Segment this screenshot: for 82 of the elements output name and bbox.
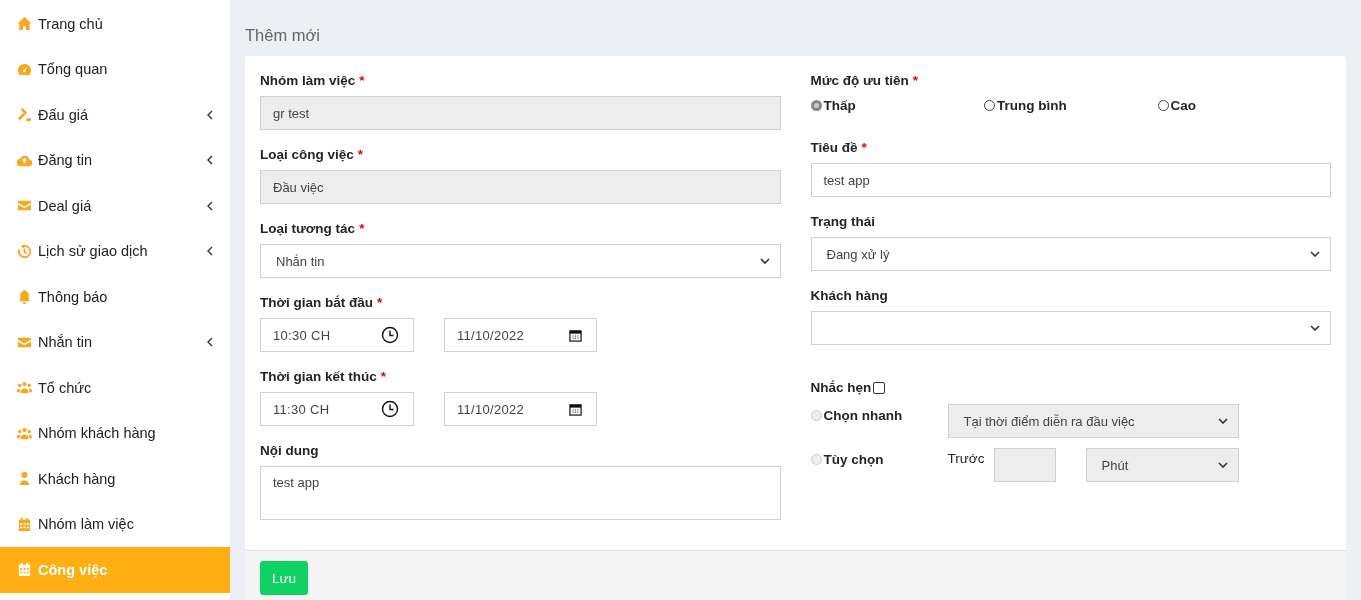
reminder-label: Nhắc hẹn [810, 379, 872, 397]
sidebar-item[interactable]: Tổ chức [0, 365, 230, 411]
chevron-left-icon [206, 200, 214, 211]
clock-icon [381, 400, 399, 418]
required-mark: * [359, 72, 365, 90]
content-textarea[interactable]: test app [260, 466, 781, 520]
sidebar-item[interactable]: Khách hàng [0, 456, 230, 502]
sidebar-item[interactable]: Thông báo [0, 274, 230, 320]
sidebar-item[interactable]: Deal giá [0, 183, 230, 229]
gauge-icon [17, 61, 32, 77]
sidebar-item-label: Lịch sử giao dịch [38, 243, 149, 260]
calendar-icon [17, 562, 32, 578]
required-mark: * [861, 139, 867, 157]
sidebar-item-label: Khách hàng [38, 470, 117, 487]
sidebar-item-label: Đấu giá [38, 106, 89, 123]
priority-radio[interactable]: Cao [1157, 98, 1331, 113]
home-icon [17, 16, 32, 32]
sidebar-item-label: Đăng tin [38, 152, 93, 169]
field-label: Loại công việc [260, 146, 354, 164]
calendar-icon [17, 516, 32, 532]
field-label: Khách hàng [810, 287, 888, 305]
required-mark: * [357, 146, 364, 164]
date-field[interactable]: 11/10/2022 [444, 392, 597, 426]
clock-icon [381, 326, 399, 344]
sidebar-item[interactable]: Đấu giá [0, 92, 230, 138]
sidebar-item[interactable]: Nhóm làm việc [0, 501, 230, 547]
field-label: Thời gian kết thúc [260, 368, 377, 386]
sidebar-item[interactable]: Trang chủ [0, 1, 230, 47]
chevron-left-icon [206, 155, 214, 166]
reminder-checkbox[interactable] [873, 382, 886, 394]
field-label: Nội dung [260, 442, 319, 460]
chevron-left-icon [206, 246, 214, 257]
sidebar-item[interactable]: Nhắn tin [0, 319, 230, 365]
sidebar-item-label: Trang chủ [38, 15, 104, 32]
field-label: Nhóm làm việc [260, 72, 356, 90]
sidebar-item-label: Nhắn tin [38, 334, 93, 351]
calendar-icon [569, 328, 582, 342]
field-label: Mức độ ưu tiên [810, 72, 909, 90]
before-label: Trước [947, 450, 986, 466]
select-field[interactable] [810, 311, 1331, 345]
field-label: Tiêu đề [810, 139, 858, 157]
sidebar-item[interactable]: Đăng tin [0, 137, 230, 183]
field-label: Loại tương tác [260, 220, 356, 238]
required-mark: * [380, 368, 387, 386]
sidebar-item-label: Công việc [38, 561, 109, 578]
chevron-down-icon [759, 258, 770, 264]
chevron-left-icon [206, 109, 214, 120]
sidebar-item-label: Thông báo [38, 288, 109, 305]
sidebar-item-label: Nhóm khách hàng [38, 425, 157, 442]
chevron-down-icon [1217, 462, 1228, 468]
chevron-left-icon [206, 337, 214, 348]
user-icon [17, 471, 32, 487]
sidebar-item-label: Deal giá [38, 197, 93, 214]
time-field[interactable]: 11:30 CH [260, 392, 414, 426]
sidebar-item[interactable]: Tổng quan [0, 46, 230, 92]
page-title: Thêm mới [245, 25, 321, 46]
sidebar-item-label: Tổng quan [38, 61, 109, 78]
bell-icon [17, 289, 32, 305]
chevron-down-icon [1217, 418, 1228, 424]
time-field[interactable]: 10:30 CH [260, 318, 414, 352]
history-icon [17, 243, 32, 259]
sidebar-item[interactable]: Lịch sử giao dịch [0, 228, 230, 274]
select-field[interactable]: Đang xử lý [810, 237, 1331, 271]
amount-field[interactable] [993, 448, 1056, 482]
required-mark: * [359, 220, 365, 238]
text-field[interactable]: test app [810, 163, 1331, 197]
field-label: Thời gian bắt đầu [260, 294, 374, 312]
required-mark: * [377, 294, 383, 312]
chevron-down-icon [1310, 325, 1320, 331]
priority-radio[interactable]: Thấp [810, 98, 984, 113]
priority-radio[interactable]: Trung bình [984, 98, 1158, 113]
date-field[interactable]: 11/10/2022 [444, 318, 597, 352]
field-label: Trạng thái [810, 213, 875, 231]
chevron-down-icon [1310, 251, 1320, 257]
users-icon [17, 380, 32, 396]
sidebar-item-label: Nhóm làm việc [38, 516, 135, 533]
sidebar-item-label: Tổ chức [38, 379, 93, 396]
users-icon [17, 425, 32, 441]
select-field[interactable]: Nhắn tin [260, 244, 781, 278]
required-mark: * [912, 72, 919, 90]
sidebar-item[interactable]: Nhóm khách hàng [0, 410, 230, 456]
calendar-icon [569, 402, 582, 416]
